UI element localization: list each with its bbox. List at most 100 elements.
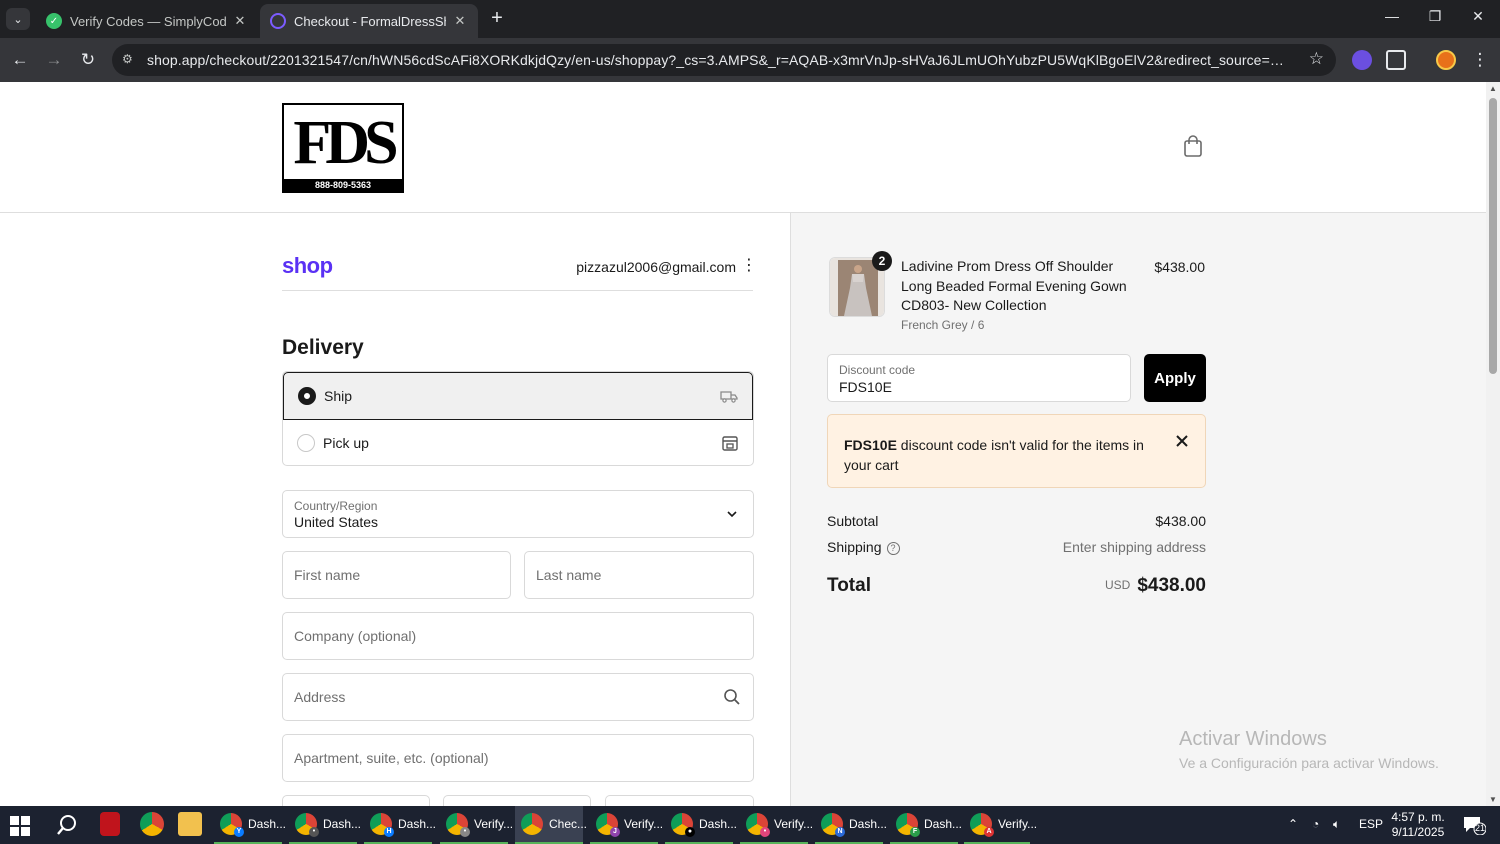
last-name-field[interactable]: Last name <box>524 551 754 599</box>
extensions-puzzle-icon[interactable] <box>1386 50 1406 70</box>
volume-icon[interactable]: 🔈︎ <box>1333 817 1340 832</box>
taskbar-window-item[interactable]: ● Dash... <box>665 806 737 844</box>
simplycodes-favicon-icon: ✓ <box>46 13 62 29</box>
site-info-icon[interactable]: ⚙ <box>122 52 138 68</box>
country-select[interactable]: Country/Region United States <box>282 490 754 538</box>
taskbar-window-item[interactable]: F Dash... <box>890 806 962 844</box>
ship-label: Ship <box>324 388 353 404</box>
taskbar-window-item[interactable]: • Dash... <box>289 806 361 844</box>
city-field[interactable] <box>282 795 430 806</box>
profile-badge-icon: • <box>760 827 770 837</box>
delivery-option-ship[interactable]: Ship <box>283 372 753 420</box>
tab-search-button[interactable]: ⌄ <box>6 8 30 30</box>
profile-badge-icon: A <box>984 827 994 837</box>
store-logo[interactable]: FDS 888-809-5363 <box>282 103 404 193</box>
tab-close-icon[interactable]: ✕ <box>452 13 468 29</box>
url-text[interactable]: shop.app/checkout/2201321547/cn/hWN56cdS… <box>147 52 1287 68</box>
apply-discount-button[interactable]: Apply <box>1144 354 1206 402</box>
profile-badge-icon: • <box>460 827 470 837</box>
taskbar-app-red-icon[interactable] <box>100 812 120 836</box>
taskbar-file-explorer-icon[interactable] <box>178 812 202 836</box>
profile-badge-icon: F <box>910 827 920 837</box>
last-name-placeholder: Last name <box>536 567 602 583</box>
address-bar[interactable]: ⚙ shop.app/checkout/2201321547/cn/hWN56c… <box>112 44 1336 76</box>
tab-title: Verify Codes — SimplyCodes <box>70 13 226 29</box>
scroll-up-arrow[interactable]: ▲ <box>1488 84 1498 93</box>
country-value: United States <box>294 514 379 530</box>
taskbar-window-label: Dash... <box>248 817 287 831</box>
taskbar-window-item[interactable]: A Verify... <box>964 806 1037 844</box>
taskbar-window-item[interactable]: J Verify... <box>590 806 663 844</box>
order-summary-column: 2 Ladivine Prom Dress Off Shoulder Long … <box>790 213 1486 806</box>
scroll-thumb[interactable] <box>1489 98 1497 374</box>
tab-title: Checkout - FormalDressShops.c <box>294 13 446 29</box>
bookmark-star-icon[interactable]: ☆ <box>1309 49 1324 69</box>
discount-code-field[interactable]: Discount code FDS10E <box>827 354 1131 402</box>
shipping-row: Shipping? Enter shipping address <box>827 539 1206 555</box>
address-field[interactable]: Address <box>282 673 754 721</box>
ship-radio[interactable] <box>298 387 316 405</box>
checkout-form-column: shop pizzazul2006@gmail.com ⋮ Delivery S… <box>0 213 790 806</box>
taskbar-chrome-icon: Y <box>220 813 244 837</box>
browser-tab-simplycodes[interactable]: ✓ Verify Codes — SimplyCodes ✕ <box>36 4 258 38</box>
profile-avatar-icon[interactable] <box>1436 50 1456 70</box>
close-icon[interactable] <box>1175 434 1189 448</box>
profile-badge-icon: • <box>309 827 319 837</box>
alert-message: FDS10E discount code isn't valid for the… <box>844 435 1144 475</box>
apartment-field[interactable]: Apartment, suite, etc. (optional) <box>282 734 754 782</box>
reload-button[interactable]: ↻ <box>76 48 100 72</box>
total-row: Total USD $438.00 <box>827 575 1206 601</box>
profile-badge-icon: Y <box>234 827 244 837</box>
close-window-button[interactable]: ✕ <box>1466 8 1490 25</box>
account-menu-icon[interactable]: ⋮ <box>741 257 757 275</box>
tab-close-icon[interactable]: ✕ <box>232 13 248 29</box>
taskbar-window-label: Dash... <box>849 817 888 831</box>
wifi-icon[interactable]: ◔ <box>1312 817 1319 831</box>
profile-badge-icon: N <box>835 827 845 837</box>
page-scrollbar[interactable]: ▲ ▼ <box>1486 82 1500 806</box>
subtotal-label: Subtotal <box>827 513 879 529</box>
notification-center-icon[interactable]: 21 <box>1462 815 1487 836</box>
discount-label: Discount code <box>839 363 916 377</box>
taskbar-window-item[interactable]: N Dash... <box>815 806 887 844</box>
language-indicator[interactable]: ESP <box>1359 817 1383 831</box>
watermark-subtitle: Ve a Configuración para activar Windows. <box>1179 755 1439 771</box>
taskbar-clock[interactable]: 4:57 p. m. 9/11/2025 <box>1386 810 1450 840</box>
forward-button[interactable]: → <box>42 48 66 72</box>
taskbar-chrome-icon: • <box>295 813 319 837</box>
back-button[interactable]: ← <box>8 48 32 72</box>
zip-field[interactable] <box>605 795 754 806</box>
product-variant: French Grey / 6 <box>901 318 985 332</box>
first-name-placeholder: First name <box>294 567 361 583</box>
company-field[interactable]: Company (optional) <box>282 612 754 660</box>
new-tab-button[interactable]: + <box>486 7 508 30</box>
browser-toolbar: ← → ↻ ⚙ shop.app/checkout/2201321547/cn/… <box>0 38 1500 82</box>
browser-menu-icon[interactable]: ⋮ <box>1468 48 1492 72</box>
product-name: Ladivine Prom Dress Off Shoulder Long Be… <box>901 258 1127 313</box>
delivery-option-pickup[interactable]: Pick up <box>283 419 753 465</box>
windows-start-icon[interactable] <box>10 816 30 836</box>
taskbar-window-item[interactable]: • Verify... <box>440 806 513 844</box>
first-name-field[interactable]: First name <box>282 551 511 599</box>
scroll-down-arrow[interactable]: ▼ <box>1488 795 1498 804</box>
browser-tab-checkout[interactable]: Checkout - FormalDressShops.c ✕ <box>260 4 478 38</box>
tray-overflow-icon[interactable]: ⌃ <box>1288 817 1298 831</box>
taskbar-window-item[interactable]: H Dash... <box>364 806 436 844</box>
pickup-radio[interactable] <box>297 433 315 452</box>
restore-button[interactable]: ❐ <box>1423 8 1447 25</box>
delivery-heading: Delivery <box>282 336 364 359</box>
address-placeholder: Address <box>294 689 346 705</box>
minimize-button[interactable]: — <box>1380 8 1404 24</box>
taskbar-window-item[interactable]: Y Dash... <box>214 806 286 844</box>
state-field[interactable] <box>443 795 591 806</box>
company-placeholder: Company (optional) <box>294 628 417 644</box>
taskbar-chrome-icon[interactable] <box>140 812 164 836</box>
extension-shop-icon[interactable] <box>1352 50 1372 70</box>
taskbar-window-item[interactable]: Chec... <box>515 806 587 844</box>
help-icon[interactable]: ? <box>886 542 900 555</box>
taskbar-window-item[interactable]: • Verify... <box>740 806 813 844</box>
shipping-label: Shipping <box>827 539 882 555</box>
apartment-placeholder: Apartment, suite, etc. (optional) <box>294 750 489 766</box>
taskbar-search-icon[interactable] <box>56 814 78 836</box>
shopping-bag-icon[interactable] <box>1183 135 1203 157</box>
